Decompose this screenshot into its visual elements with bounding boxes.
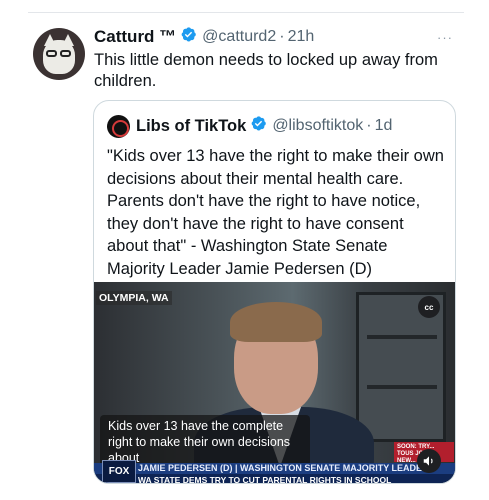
author-name[interactable]: Catturd ™ bbox=[94, 27, 176, 47]
quoted-avatar[interactable] bbox=[107, 114, 130, 138]
verified-badge-icon bbox=[180, 26, 197, 48]
quoted-time[interactable]: 1d bbox=[375, 117, 393, 135]
video-chyron: JAMIE PEDERSEN (D) | WASHINGTON SENATE M… bbox=[94, 463, 455, 474]
quoted-author-name[interactable]: Libs of TikTok bbox=[136, 117, 246, 136]
network-logo: FOX bbox=[102, 460, 136, 483]
author-handle[interactable]: @catturd2 bbox=[202, 28, 276, 46]
avatar-cat-face bbox=[43, 40, 75, 74]
separator-dot: · bbox=[366, 117, 372, 134]
quoted-tweet-header: Libs of TikTok @libsoftiktok · 1d bbox=[107, 114, 392, 138]
video-person-hair bbox=[230, 302, 322, 342]
divider bbox=[28, 12, 464, 13]
quoted-tweet[interactable]: Libs of TikTok @libsoftiktok · 1d "Kids … bbox=[93, 100, 456, 484]
avatar[interactable] bbox=[33, 28, 85, 80]
video-ticker-text: WA STATE DEMS TRY TO CUT PARENTAL RIGHTS… bbox=[138, 475, 392, 483]
volume-icon[interactable] bbox=[417, 449, 441, 473]
tweet-time[interactable]: 21h bbox=[288, 28, 315, 46]
quoted-tweet-text: "Kids over 13 have the right to make the… bbox=[107, 147, 444, 278]
video-player[interactable]: OLYMPIA, WA cc Kids over 13 have the com… bbox=[94, 282, 455, 483]
tweet-text: This little demon needs to locked up awa… bbox=[94, 51, 438, 90]
closed-captions-icon[interactable]: cc bbox=[418, 296, 440, 318]
verified-badge-icon bbox=[250, 115, 267, 137]
avatar-glasses bbox=[46, 50, 72, 57]
quoted-author-handle[interactable]: @libsoftiktok bbox=[272, 117, 363, 135]
video-ticker: WA STATE DEMS TRY TO CUT PARENTAL RIGHTS… bbox=[94, 474, 455, 483]
video-location-label: OLYMPIA, WA bbox=[96, 291, 172, 305]
tweet-header: Catturd ™ @catturd2 · 21h bbox=[94, 26, 314, 48]
video-chyron-text: JAMIE PEDERSEN (D) | WASHINGTON SENATE M… bbox=[138, 463, 429, 473]
separator-dot: · bbox=[279, 28, 285, 45]
more-options-icon[interactable]: ··· bbox=[437, 30, 453, 45]
